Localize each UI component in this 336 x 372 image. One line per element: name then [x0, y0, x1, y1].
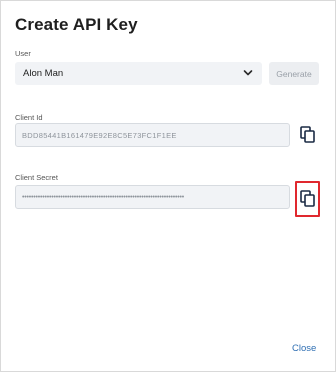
client-id-value: BDD85441B161479E92E8C5E73FC1F1EE — [22, 130, 177, 140]
client-secret-label: Client Secret — [15, 173, 58, 182]
generate-button[interactable]: Generate — [269, 62, 319, 85]
chevron-down-icon — [243, 70, 253, 76]
create-api-key-dialog: Create API Key User Alon Man Generate Cl… — [0, 0, 336, 372]
copy-icon — [300, 126, 315, 143]
user-select[interactable]: Alon Man — [15, 62, 262, 85]
copy-client-id-button[interactable] — [297, 124, 319, 146]
copy-icon — [300, 190, 315, 207]
client-id-label: Client Id — [15, 113, 43, 122]
client-id-field[interactable]: BDD85441B161479E92E8C5E73FC1F1EE — [15, 123, 290, 147]
copy-client-secret-button[interactable] — [297, 188, 319, 210]
client-secret-field[interactable]: ••••••••••••••••••••••••••••••••••••••••… — [15, 185, 290, 209]
user-select-value: Alon Man — [23, 68, 64, 79]
client-secret-value: ••••••••••••••••••••••••••••••••••••••••… — [22, 193, 185, 201]
dialog-title: Create API Key — [15, 15, 138, 34]
close-button[interactable]: Close — [292, 343, 316, 354]
user-label: User — [15, 49, 31, 58]
